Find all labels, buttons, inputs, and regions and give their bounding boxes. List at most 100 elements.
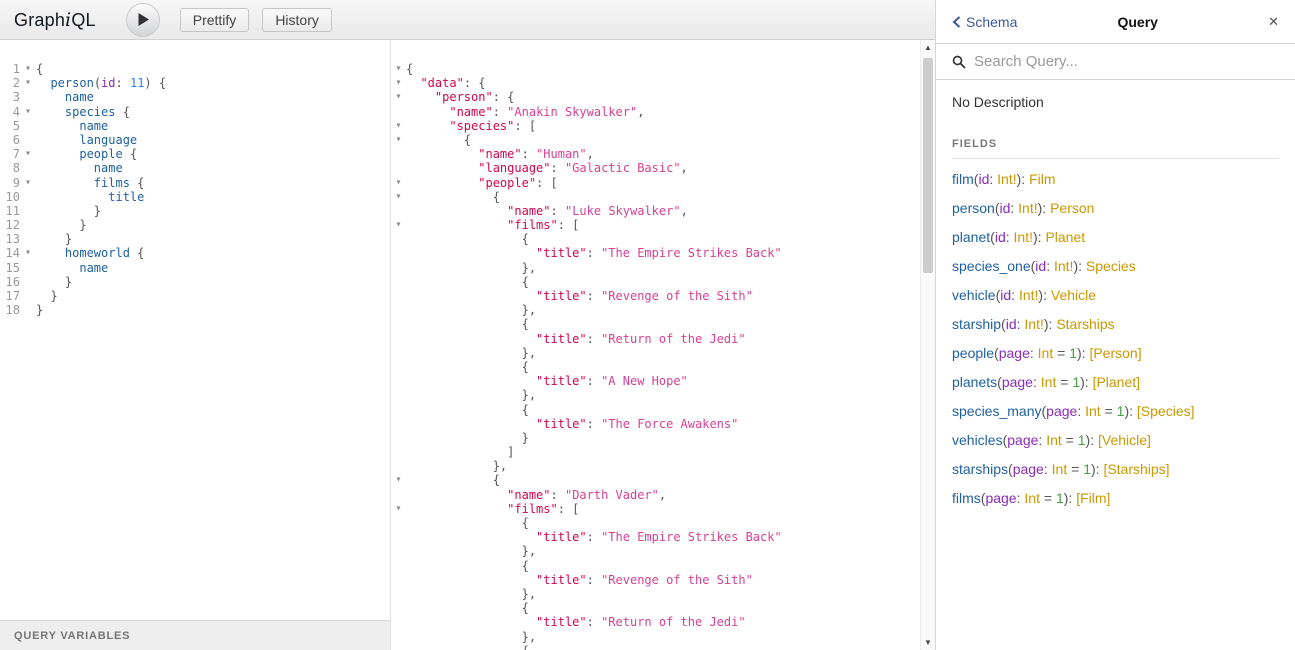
fold-arrow-icon[interactable]: ▾ [391, 133, 406, 147]
code-line: 18} [0, 303, 390, 317]
query-editor[interactable]: 1▾{2▾ person(id: 11) {3 name4▾ species {… [0, 40, 390, 620]
doc-field-item[interactable]: people(page: Int = 1): [Person] [952, 345, 1279, 362]
fold-arrow-icon[interactable]: ▾ [391, 90, 406, 104]
arg-type-link[interactable]: Int [1085, 403, 1101, 419]
play-icon [137, 12, 150, 27]
arg-type-link[interactable]: Int! [1019, 287, 1038, 303]
scroll-up-icon[interactable]: ▲ [921, 40, 935, 55]
fold-arrow-icon[interactable]: ▾ [391, 473, 406, 487]
field-name-link[interactable]: vehicles [952, 432, 1003, 448]
return-type-link[interactable]: Person [1050, 200, 1094, 216]
code-text: }, [406, 303, 536, 317]
return-type-link[interactable]: Planet [1045, 229, 1085, 245]
field-name-link[interactable]: starships [952, 461, 1008, 477]
arg-type-link[interactable]: Int [1052, 461, 1068, 477]
fold-arrow-icon[interactable]: ▾ [391, 62, 406, 76]
field-name-link[interactable]: film [952, 171, 974, 187]
return-type-link[interactable]: Starships [1056, 316, 1114, 332]
fold-arrow-icon[interactable]: ▾ [20, 105, 36, 119]
doc-search-input[interactable] [974, 53, 1279, 70]
doc-field-item[interactable]: species_one(id: Int!): Species [952, 258, 1279, 275]
code-line: "title": "Return of the Jedi" [391, 615, 935, 629]
fold-arrow-icon[interactable]: ▾ [20, 246, 36, 260]
arg-default-value: 1 [1056, 490, 1064, 506]
scrollbar-thumb[interactable] [923, 58, 933, 273]
field-name-link[interactable]: planet [952, 229, 990, 245]
field-name-link[interactable]: vehicle [952, 287, 996, 303]
doc-field-item[interactable]: film(id: Int!): Film [952, 171, 1279, 188]
search-icon [952, 55, 966, 69]
doc-field-item[interactable]: starship(id: Int!): Starships [952, 316, 1279, 333]
fold-arrow-icon[interactable]: ▾ [20, 76, 36, 90]
doc-field-item[interactable]: vehicles(page: Int = 1): [Vehicle] [952, 432, 1279, 449]
doc-field-item[interactable]: starships(page: Int = 1): [Starships] [952, 461, 1279, 478]
return-type-link[interactable]: [Person] [1089, 345, 1141, 361]
field-name-link[interactable]: films [952, 490, 981, 506]
line-number: 17 [0, 289, 20, 303]
fold-arrow-icon[interactable]: ▾ [391, 502, 406, 516]
history-button[interactable]: History [262, 8, 332, 32]
field-name-link[interactable]: species_one [952, 258, 1031, 274]
arg-type-link[interactable]: Int! [1014, 229, 1033, 245]
arg-name: page [1013, 461, 1044, 477]
field-name-link[interactable]: species_many [952, 403, 1042, 419]
code-line: ▾ { [391, 190, 935, 204]
fold-spacer [391, 516, 406, 530]
arg-type-link[interactable]: Int! [1024, 316, 1043, 332]
arg-type-link[interactable]: Int [1024, 490, 1040, 506]
return-type-link[interactable]: [Vehicle] [1098, 432, 1151, 448]
code-line: { [391, 644, 935, 650]
arg-type-link[interactable]: Int [1038, 345, 1054, 361]
result-viewer: ▾{▾ "data": {▾ "person": { "name": "Anak… [391, 40, 935, 650]
arg-type-link[interactable]: Int! [997, 171, 1016, 187]
arg-type-link[interactable]: Int [1041, 374, 1057, 390]
doc-field-item[interactable]: vehicle(id: Int!): Vehicle [952, 287, 1279, 304]
return-type-link[interactable]: [Species] [1137, 403, 1195, 419]
field-name-link[interactable]: starship [952, 316, 1001, 332]
return-type-link[interactable]: [Film] [1076, 490, 1110, 506]
arg-type-link[interactable]: Int [1046, 432, 1062, 448]
query-variables-bar[interactable]: QUERY VARIABLES [0, 620, 390, 650]
field-name-link[interactable]: person [952, 200, 995, 216]
scroll-down-icon[interactable]: ▼ [921, 635, 935, 650]
fold-arrow-icon[interactable]: ▾ [391, 76, 406, 90]
fold-spacer [391, 544, 406, 558]
doc-search[interactable] [936, 44, 1295, 80]
fold-arrow-icon[interactable]: ▾ [20, 147, 36, 161]
code-line: }, [391, 459, 935, 473]
close-icon[interactable]: ✕ [1268, 14, 1279, 30]
fold-arrow-icon[interactable]: ▾ [391, 218, 406, 232]
doc-field-item[interactable]: person(id: Int!): Person [952, 200, 1279, 217]
fold-spacer [20, 161, 36, 175]
code-line: ▾ "films": [ [391, 502, 935, 516]
execute-query-button[interactable] [126, 3, 160, 37]
arg-type-link[interactable]: Int! [1054, 258, 1073, 274]
fold-arrow-icon[interactable]: ▾ [391, 119, 406, 133]
return-type-link[interactable]: Vehicle [1051, 287, 1096, 303]
fold-spacer [20, 133, 36, 147]
prettify-button[interactable]: Prettify [180, 8, 250, 32]
arg-type-link[interactable]: Int! [1018, 200, 1037, 216]
line-number: 16 [0, 275, 20, 289]
return-type-link[interactable]: [Starships] [1103, 461, 1169, 477]
code-text: name [36, 119, 108, 133]
doc-field-item[interactable]: planets(page: Int = 1): [Planet] [952, 374, 1279, 391]
fold-arrow-icon[interactable]: ▾ [391, 176, 406, 190]
doc-field-item[interactable]: species_many(page: Int = 1): [Species] [952, 403, 1279, 420]
fold-spacer [391, 275, 406, 289]
fold-arrow-icon[interactable]: ▾ [20, 62, 36, 76]
doc-field-item[interactable]: planet(id: Int!): Planet [952, 229, 1279, 246]
doc-back-link[interactable]: Schema [952, 14, 1017, 30]
code-text: "title": "Revenge of the Sith" [406, 573, 753, 587]
arg-default-value: 1 [1069, 345, 1077, 361]
field-name-link[interactable]: people [952, 345, 994, 361]
fold-arrow-icon[interactable]: ▾ [391, 190, 406, 204]
return-type-link[interactable]: Species [1086, 258, 1136, 274]
doc-field-item[interactable]: films(page: Int = 1): [Film] [952, 490, 1279, 507]
fold-arrow-icon[interactable]: ▾ [20, 176, 36, 190]
arg-name: page [1002, 374, 1033, 390]
result-scrollbar[interactable]: ▲ ▼ [920, 40, 935, 650]
return-type-link[interactable]: [Planet] [1093, 374, 1140, 390]
return-type-link[interactable]: Film [1029, 171, 1055, 187]
field-name-link[interactable]: planets [952, 374, 997, 390]
